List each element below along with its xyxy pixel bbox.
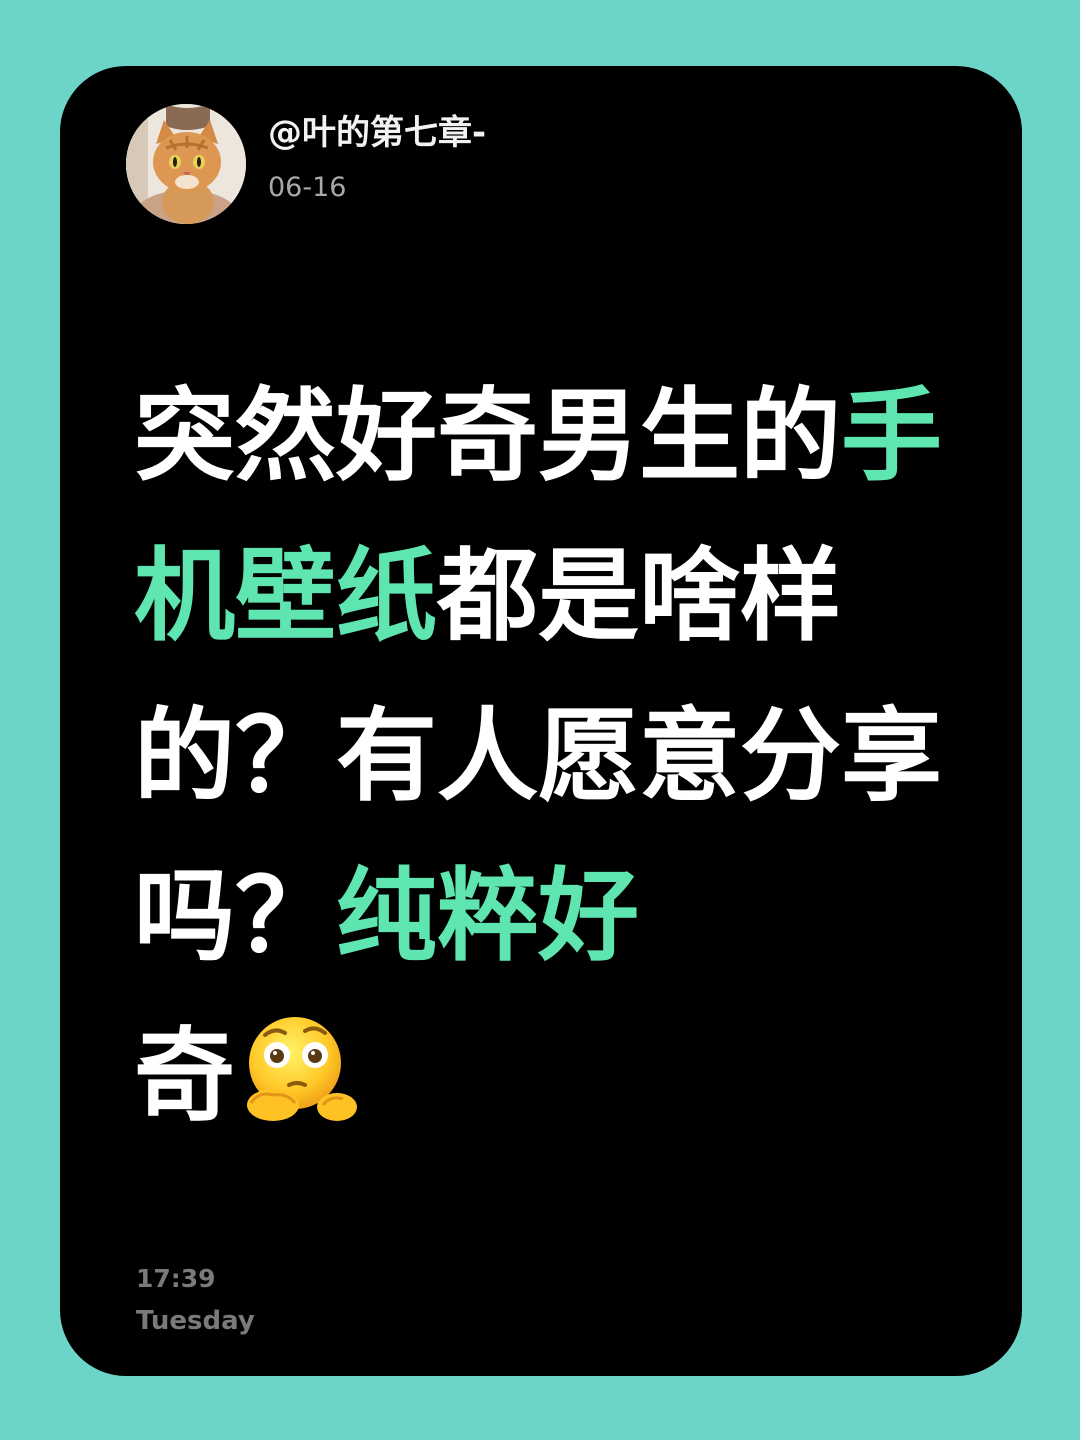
headline-highlight: 纯粹好 [336, 857, 640, 975]
headline-segment: 奇 [134, 1017, 236, 1135]
post-date: 06-16 [268, 172, 347, 203]
username[interactable]: @叶的第七章- [268, 110, 486, 156]
post-headline: 突然好奇男生的手机壁纸都是啥样的？有人愿意分享吗？纯粹好奇 [134, 356, 964, 1156]
headline-segment: 突然好奇男生的 [134, 377, 842, 495]
cat-photo-avatar-icon [126, 104, 246, 224]
thinking-face-emoji-icon [239, 1009, 363, 1133]
post-card: @叶的第七章- 06-16 突然好奇男生的手机壁纸都是啥样的？有人愿意分享吗？纯… [60, 66, 1022, 1376]
clock-time: 17:39 [136, 1264, 216, 1293]
clock-day: Tuesday [136, 1306, 255, 1336]
avatar[interactable] [126, 104, 246, 224]
